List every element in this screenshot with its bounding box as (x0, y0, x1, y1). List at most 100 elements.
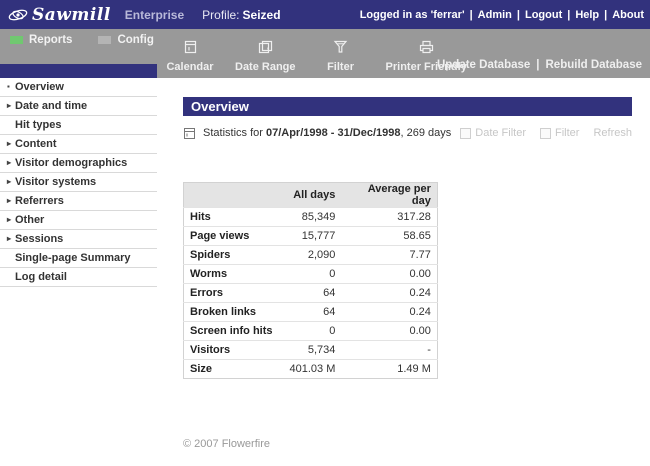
sidebar-item-label: Referrers (15, 195, 64, 207)
sidebar-item-label: Content (15, 138, 57, 150)
expand-arrow-icon: ▸ (7, 154, 15, 172)
config-chip (98, 36, 111, 44)
nav-tab-label: Config (117, 34, 153, 46)
toolbar-button-label: Date Range (235, 61, 296, 73)
stat-average-value: 1.49 M (341, 360, 437, 379)
sawmill-logo[interactable]: Sawmill (7, 5, 111, 25)
filter-controls: Date Filter Filter Refresh (460, 127, 632, 139)
toolbar-button-filter[interactable]: Filter (316, 40, 366, 73)
table-row: Size401.03 M1.49 M (184, 360, 438, 379)
control-label: Date Filter (475, 127, 526, 139)
sidebar-item-content[interactable]: ▸Content (0, 135, 157, 154)
update-database-button[interactable]: Update Database (437, 59, 530, 71)
topbar-link-separator: | (470, 9, 473, 21)
stat-all-days-value: 85,349 (284, 208, 342, 227)
reports-sidebar: ▪Overview▸Date and timeHit types▸Content… (0, 78, 157, 287)
stat-average-value: 0.00 (341, 265, 437, 284)
stat-row-label: Broken links (184, 303, 284, 322)
profile-indicator: Profile:Seized (202, 8, 280, 22)
topbar-link-help[interactable]: Help (575, 9, 599, 21)
topbar-link-about[interactable]: About (612, 9, 644, 21)
table-row: Errors640.24 (184, 284, 438, 303)
main-content: Overview Statistics for 07/Apr/1998 - 31… (157, 78, 650, 466)
filter-icon (333, 40, 348, 59)
report-toolbar: CalendarDate RangeFilterPrinter Friendly (165, 40, 467, 73)
overview-table-wrap: All daysAverage per day Hits85,349317.28… (183, 182, 438, 379)
table-row: Page views15,77758.65 (184, 227, 438, 246)
stat-average-value: 0.24 (341, 284, 437, 303)
topbar-link-admin[interactable]: Admin (478, 9, 512, 21)
printer-icon (419, 40, 434, 59)
sidebar-item-label: Single-page Summary (15, 252, 131, 264)
sidebar-item-hit-types[interactable]: Hit types (0, 116, 157, 135)
sidebar-item-label: Hit types (15, 119, 61, 131)
stat-all-days-value: 401.03 M (284, 360, 342, 379)
expand-arrow-icon: ▸ (7, 192, 15, 210)
topbar-link-logout[interactable]: Logout (525, 9, 562, 21)
stats-table: All daysAverage per day Hits85,349317.28… (183, 182, 438, 379)
stat-average-value: 317.28 (341, 208, 437, 227)
sidebar-item-log-detail[interactable]: Log detail (0, 268, 157, 287)
control-label: Filter (555, 127, 579, 139)
expand-arrow-icon: ▸ (7, 230, 15, 248)
profile-value: Seized (243, 8, 281, 22)
stats-table-header-row: All daysAverage per day (184, 183, 438, 208)
sidebar-item-visitor-systems[interactable]: ▸Visitor systems (0, 173, 157, 192)
sidebar-item-label: Log detail (15, 271, 67, 283)
sidebar-item-label: Sessions (15, 233, 63, 245)
stat-row-label: Errors (184, 284, 284, 303)
stat-row-label: Hits (184, 208, 284, 227)
stat-all-days-value: 64 (284, 284, 342, 303)
calendar-icon (183, 40, 198, 59)
rebuild-database-button[interactable]: Rebuild Database (546, 59, 643, 71)
expand-arrow-icon: ▸ (7, 97, 15, 115)
db-actions-separator: | (536, 59, 539, 71)
stat-average-value: 7.77 (341, 246, 437, 265)
nav-tab-config[interactable]: Config (98, 34, 153, 46)
stat-row-label: Screen info hits (184, 322, 284, 341)
table-row: Screen info hits00.00 (184, 322, 438, 341)
stat-average-value: - (341, 341, 437, 360)
sidebar-item-other[interactable]: ▸Other (0, 211, 157, 230)
toolbar-button-date-range[interactable]: Date Range (235, 40, 296, 73)
checkbox-icon (460, 128, 471, 139)
sidebar-item-single-page-summary[interactable]: Single-page Summary (0, 249, 157, 268)
copyright-footer: © 2007 Flowerfire (183, 438, 270, 450)
sidebar-item-date-and-time[interactable]: ▸Date and time (0, 97, 157, 116)
reports-chip (10, 36, 23, 44)
stats-col-header: All days (284, 183, 342, 208)
control-filter[interactable]: Filter (540, 127, 579, 139)
stat-row-label: Page views (184, 227, 284, 246)
control-refresh[interactable]: Refresh (593, 127, 632, 139)
sidebar-item-visitor-demographics[interactable]: ▸Visitor demographics (0, 154, 157, 173)
toolbar-button-calendar[interactable]: Calendar (165, 40, 215, 73)
stat-all-days-value: 15,777 (284, 227, 342, 246)
date-range-summary-icon (183, 127, 196, 140)
sidebar-item-referrers[interactable]: ▸Referrers (0, 192, 157, 211)
statistics-date-range: 07/Apr/1998 - 31/Dec/1998 (266, 127, 401, 139)
sidebar-item-label: Date and time (15, 100, 87, 112)
stat-row-label: Size (184, 360, 284, 379)
statistics-label: Statistics for 07/Apr/1998 - 31/Dec/1998… (203, 127, 451, 139)
toolbar-button-label: Calendar (166, 61, 213, 73)
control-date-filter[interactable]: Date Filter (460, 127, 526, 139)
statistics-summary-row: Statistics for 07/Apr/1998 - 31/Dec/1998… (183, 124, 632, 142)
sidebar-item-sessions[interactable]: ▸Sessions (0, 230, 157, 249)
sawmill-app-window: Sawmill Enterprise Profile:Seized Logged… (0, 0, 650, 466)
page-title: Overview (183, 97, 632, 116)
topbar-link-separator: | (517, 9, 520, 21)
sidebar-item-overview[interactable]: ▪Overview (0, 78, 157, 97)
expand-arrow-icon: ▸ (7, 173, 15, 191)
stat-all-days-value: 64 (284, 303, 342, 322)
database-actions: Update Database | Rebuild Database (437, 59, 642, 71)
stat-row-label: Worms (184, 265, 284, 284)
stat-average-value: 0.00 (341, 322, 437, 341)
stat-row-label: Visitors (184, 341, 284, 360)
table-row: Hits85,349317.28 (184, 208, 438, 227)
stat-row-label: Spiders (184, 246, 284, 265)
expand-arrow-icon: ▸ (7, 135, 15, 153)
sidebar-item-label: Other (15, 214, 44, 226)
table-row: Broken links640.24 (184, 303, 438, 322)
nav-tab-reports[interactable]: Reports (10, 34, 72, 46)
expand-arrow-icon: ▸ (7, 211, 15, 229)
